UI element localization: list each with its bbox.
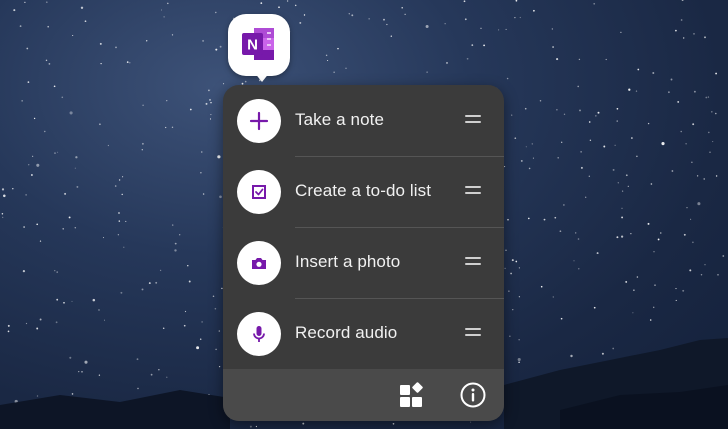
microphone-icon (253, 326, 265, 342)
svg-text:N: N (247, 37, 258, 54)
widgets-button[interactable] (399, 382, 425, 408)
plus-icon (249, 111, 269, 131)
shortcut-label: Create a to-do list (295, 181, 432, 200)
shortcut-insert-a-photo[interactable]: Insert a photo (223, 227, 504, 298)
drag-handle-icon[interactable] (465, 328, 481, 338)
shortcut-label: Take a note (295, 110, 384, 129)
shortcut-icon-circle (237, 99, 281, 143)
onenote-icon: N (242, 28, 274, 60)
shortcut-label: Record audio (295, 323, 398, 342)
checkbox-icon (252, 185, 266, 199)
shortcut-record-audio[interactable]: Record audio (223, 298, 504, 369)
onenote-app-icon-bubble[interactable]: N (228, 14, 290, 82)
app-shortcuts-popup: Take a note Create a to-do list Insert a… (223, 85, 504, 421)
popup-footer (223, 369, 504, 421)
drag-handle-icon[interactable] (465, 186, 481, 196)
shortcut-take-a-note[interactable]: Take a note (223, 85, 504, 156)
info-icon (460, 382, 486, 408)
widgets-icon (400, 382, 423, 407)
shortcut-create-a-to-do-list[interactable]: Create a to-do list (223, 156, 504, 227)
shortcut-icon-circle (237, 170, 281, 214)
drag-handle-icon[interactable] (465, 115, 481, 125)
app-info-button[interactable] (460, 382, 486, 408)
camera-icon (252, 258, 266, 269)
drag-handle-icon[interactable] (465, 257, 481, 267)
shortcut-icon-circle (237, 241, 281, 285)
shortcut-label: Insert a photo (295, 252, 401, 271)
bubble-tail (254, 72, 270, 82)
shortcut-icon-circle (237, 312, 281, 356)
